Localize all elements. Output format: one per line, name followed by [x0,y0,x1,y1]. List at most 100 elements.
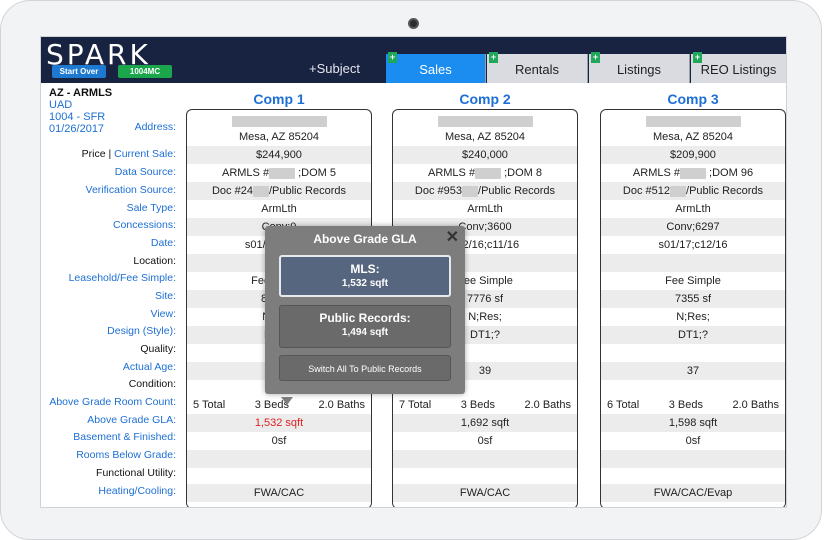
tab-listings[interactable]: + Listings [589,52,690,83]
comp-3-column: Mesa, AZ 85204 $209,900 ARMLS # ;DOM 96 … [600,109,786,507]
tab-label: REO Listings [700,62,777,77]
verification-source: Doc #953/Public Records [393,182,577,200]
top-bar: SPARK Start Over 1004MC +Subject + Sales… [41,37,786,83]
effective-date: 01/26/2017 [49,123,105,135]
form-code-badge[interactable]: 1004MC [118,65,172,78]
quality [601,344,785,362]
label-address: Address: [134,121,176,133]
public-records-option-button[interactable]: Public Records: 1,494 sqft [279,305,451,348]
data-source: ARMLS # ;DOM 5 [221,167,337,179]
popup-title: Above Grade GLA [313,232,417,246]
view: N;Res; [676,311,710,323]
leasehold: Fee Simple [665,275,721,287]
app-screen: SPARK Start Over 1004MC +Subject + Sales… [40,36,787,508]
label-data-source: Data Source: [114,166,176,178]
label-verification-source: Verification Source: [85,184,176,196]
rooms-below-grade [393,450,577,468]
label-design: Design (Style): [107,325,176,337]
tab-label: Sales [419,62,452,77]
rooms-below-grade [601,450,785,468]
sale-price: $209,900 [601,146,785,164]
label-condition: Condition: [128,378,176,390]
plus-icon[interactable]: + [388,52,397,63]
heating-cooling: FWA/CAC [393,484,577,502]
tab-label: Rentals [514,62,560,77]
comp-1-title: Comp 1 [253,91,305,107]
address-city: Mesa, AZ 85204 [444,131,526,143]
label-date: Date: [150,237,176,249]
public-records-label: Public Records: [319,311,411,325]
gla-value[interactable]: 1,598 sqft [601,414,785,432]
label-functional-utility: Functional Utility: [96,467,176,479]
sale-type: ArmLth [675,203,711,215]
room-count: 6 Total 3 Beds 2.0 Baths [607,399,779,411]
gla-value[interactable]: 1,692 sqft [393,414,577,432]
sale-type: ArmLth [261,203,297,215]
sale-date: s01/17;c12/16 [658,239,728,251]
mls-region: AZ - ARMLS [49,87,113,99]
camera-icon [408,18,419,29]
address-city: Mesa, AZ 85204 [652,131,734,143]
basement: 0sf [271,435,287,447]
public-records-value: 1,494 sqft [341,327,389,338]
label-actual-age: Actual Age: [122,361,176,373]
basement: 0sf [685,435,701,447]
basement: 0sf [477,435,493,447]
label-rooms-below: Rooms Below Grade: [76,449,176,461]
gla-popup: Above Grade GLA ✕ MLS: 1,532 sqft Public… [265,226,465,394]
gla-value[interactable]: 1,532 sqft [187,414,371,432]
tab-rentals[interactable]: + Rentals [487,52,588,83]
label-basement: Basement & Finished: [73,431,176,443]
mls-option-button[interactable]: MLS: 1,532 sqft [279,255,451,297]
label-sale-type: Sale Type: [126,202,176,214]
room-count: 7 Total 3 Beds 2.0 Baths [399,399,571,411]
popup-pointer [281,397,293,405]
mls-value: 1,532 sqft [341,278,389,289]
tab-sales[interactable]: + Sales [386,52,486,83]
tab-label: Listings [616,62,662,77]
label-leasehold: Leasehold/Fee Simple: [68,272,176,284]
verification-source: Doc #24/Public Records [187,182,371,200]
form-name: 1004 - SFR [49,111,106,123]
subject-tab[interactable]: +Subject [309,61,360,76]
comp-2-title: Comp 2 [459,91,511,107]
label-price-prefix: Price | [81,148,115,160]
sale-price: $240,000 [393,146,577,164]
label-view: View: [150,308,177,320]
subject-info: AZ - ARMLS UAD 1004 - SFR 01/26/2017 [49,87,112,135]
data-source: ARMLS # ;DOM 96 [632,167,754,179]
sale-price: $244,900 [187,146,371,164]
label-site: Site: [154,290,176,302]
rooms-below-grade [187,450,371,468]
plus-icon[interactable]: + [591,52,600,63]
location [601,254,785,272]
label-current-sale: Current Sale: [114,148,176,160]
label-gla: Above Grade GLA: [87,414,176,426]
site: 7355 sf [601,290,785,308]
room-count: 5 Total 3 Beds 2.0 Baths [193,399,365,411]
label-room-count: Above Grade Room Count: [49,396,176,408]
address-city: Mesa, AZ 85204 [238,131,320,143]
close-icon[interactable]: ✕ [446,227,459,247]
label-price: Price | Current Sale: [82,148,176,160]
switch-all-button[interactable]: Switch All To Public Records [279,355,451,381]
tab-reo-listings[interactable]: + REO Listings [691,52,786,83]
data-source: ARMLS # ;DOM 8 [427,167,543,179]
concessions: Conv;6297 [601,218,785,236]
comp-3-title: Comp 3 [667,91,719,107]
verification-source: Doc #512/Public Records [601,182,785,200]
sale-type: ArmLth [467,203,503,215]
start-over-button[interactable]: Start Over [52,65,106,78]
plus-icon[interactable]: + [693,52,702,63]
form-type: UAD [49,99,73,111]
heating-cooling: FWA/CAC [187,484,371,502]
actual-age: 37 [601,362,785,380]
mls-label: MLS: [350,262,380,276]
label-concessions: Concessions: [112,219,176,231]
design: DT1;? [601,326,785,344]
label-location: Location: [133,255,176,267]
plus-icon[interactable]: + [489,52,498,63]
label-heating-cooling: Heating/Cooling: [98,485,176,497]
heating-cooling: FWA/CAC/Evap [601,484,785,502]
label-quality: Quality: [140,343,176,355]
